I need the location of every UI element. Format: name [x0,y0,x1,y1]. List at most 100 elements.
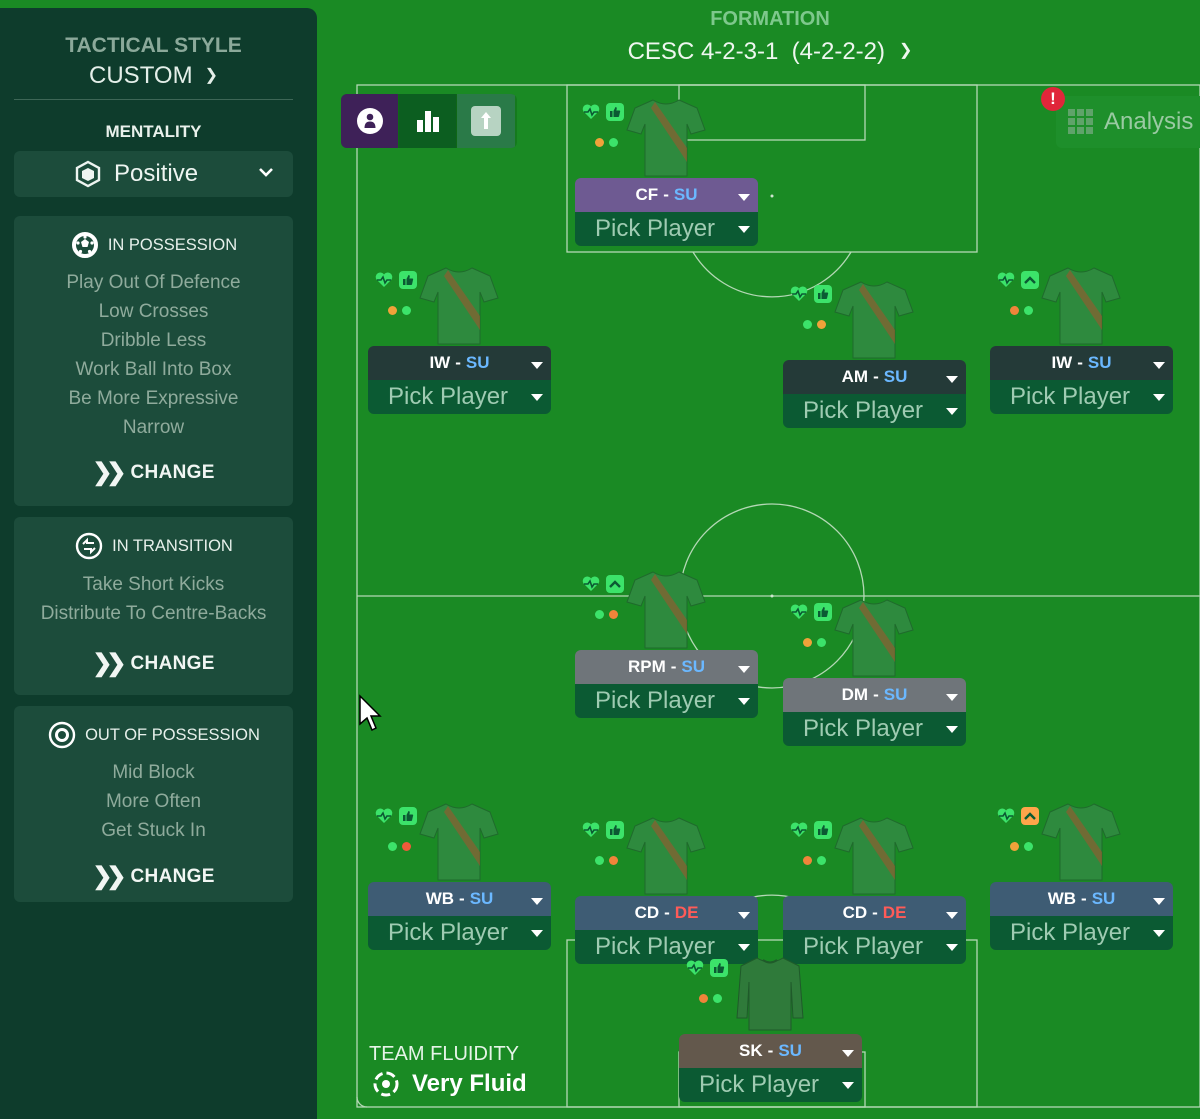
role-selector[interactable]: CF - SU [575,178,758,212]
status-dot [803,856,812,865]
pick-player-dropdown[interactable]: Pick Player [783,712,966,746]
role-selector[interactable]: CD - DE [783,896,966,930]
in-possession-list: Play Out Of Defence Low Crosses Dribble … [14,268,293,442]
status-dot [595,138,604,147]
in-possession-change-button[interactable]: ❯❯ CHANGE [14,458,293,487]
mentality-value: Positive [114,160,199,187]
analysis-button[interactable]: Analysis [1056,96,1200,148]
position-slot[interactable]: CD - DE Pick Player [783,814,966,964]
heart-icon [582,576,600,591]
status-dot [1024,306,1033,315]
out-of-possession-change-button[interactable]: ❯❯ CHANGE [14,862,293,891]
list-item: Mid Block [112,762,195,783]
familiarity-dots [1010,842,1033,851]
position-slot[interactable]: CD - DE Pick Player [575,814,758,964]
position-slot[interactable]: SK - SU Pick Player [679,952,862,1102]
in-transition-header: IN TRANSITION [14,531,293,561]
role-separator: - [1081,889,1087,908]
role-label: IW [429,353,451,372]
formation-label: FORMATION [710,8,830,30]
caret-down-icon [738,944,750,951]
duty-label: DE [882,903,907,922]
heart-icon [375,808,393,823]
familiarity-dots [699,994,722,1003]
status-dot [699,994,708,1003]
duty-label: SU [778,1041,802,1060]
pick-player-dropdown[interactable]: Pick Player [990,380,1173,414]
pick-player-dropdown[interactable]: Pick Player [368,916,551,950]
status-icons [374,806,418,826]
position-slot[interactable]: AM - SU Pick Player [783,278,966,428]
caret-down-icon [946,408,958,415]
in-transition-change-button[interactable]: ❯❯ CHANGE [14,649,293,678]
role-label: SK [739,1041,763,1060]
familiarity-dots [595,856,618,865]
double-chevron-right-icon: ❯❯ [92,650,126,677]
position-slot[interactable]: WB - SU Pick Player [368,800,551,950]
role-separator: - [873,685,879,704]
role-selector[interactable]: IW - SU [368,346,551,380]
position-slot[interactable]: WB - SU Pick Player [990,800,1173,950]
tactical-style-dropdown[interactable]: CUSTOM ❯ [14,62,293,90]
grid-icon [1068,109,1093,134]
tactical-style-value: CUSTOM [89,62,193,89]
stats-view-button[interactable] [399,94,457,148]
team-fluidity-value[interactable]: Very Fluid [372,1070,527,1098]
caret-down-icon [531,394,543,401]
role-selector[interactable]: IW - SU [990,346,1173,380]
pick-player-dropdown[interactable]: Pick Player [679,1068,862,1102]
out-of-possession-list: Mid Block More Often Get Stuck In [14,758,293,845]
position-slot[interactable]: DM - SU Pick Player [783,596,966,746]
status-dot [609,610,618,619]
role-selector[interactable]: SK - SU [679,1034,862,1068]
status-icons [581,820,625,840]
double-chevron-right-icon: ❯❯ [92,863,126,890]
status-dot [803,638,812,647]
caret-down-icon [738,698,750,705]
shirt-icon [834,599,914,677]
player-view-button[interactable] [341,94,399,148]
formation-dropdown[interactable]: CESC 4-2-3-1 (4-2-2-2) ❯ [560,38,980,66]
pick-player-label: Pick Player [595,215,716,242]
chevron-up-icon [1021,271,1039,289]
familiarity-dots [595,138,618,147]
pick-player-dropdown[interactable]: Pick Player [368,380,551,414]
pick-player-label: Pick Player [1010,919,1131,946]
status-icons [789,820,833,840]
thumbs-up-icon [814,603,832,621]
role-separator: - [873,367,879,386]
role-selector[interactable]: WB - SU [368,882,551,916]
pick-player-dropdown[interactable]: Pick Player [575,212,758,246]
position-slot[interactable]: CF - SU Pick Player [575,96,758,246]
role-selector[interactable]: RPM - SU [575,650,758,684]
familiarity-dots [1010,306,1033,315]
position-slot[interactable]: IW - SU Pick Player [368,264,551,414]
position-slot[interactable]: IW - SU Pick Player [990,264,1173,414]
heart-icon [790,604,808,619]
position-slot[interactable]: RPM - SU Pick Player [575,568,758,718]
mentality-dropdown[interactable]: Positive [14,151,293,197]
pick-player-dropdown[interactable]: Pick Player [783,394,966,428]
role-selector[interactable]: AM - SU [783,360,966,394]
role-selector[interactable]: DM - SU [783,678,966,712]
shirt-icon [1041,803,1121,881]
bar-chart-icon [416,111,439,132]
pick-player-dropdown[interactable]: Pick Player [575,684,758,718]
status-icons [374,270,418,290]
list-item: Take Short Kicks [82,574,225,595]
instructions-view-button[interactable] [457,94,515,148]
caret-down-icon [1153,898,1165,905]
pick-player-dropdown[interactable]: Pick Player [990,916,1173,950]
status-dot [803,320,812,329]
duty-label: DE [674,903,699,922]
list-item: Narrow [122,417,185,438]
chevron-down-icon: ❯ [899,42,913,59]
out-of-possession-title: OUT OF POSSESSION [85,725,260,744]
heart-icon [997,808,1015,823]
role-separator: - [459,889,465,908]
role-selector[interactable]: CD - DE [575,896,758,930]
alert-icon[interactable]: ! [1041,87,1065,111]
role-selector[interactable]: WB - SU [990,882,1173,916]
caret-down-icon [946,912,958,919]
heart-icon [790,286,808,301]
